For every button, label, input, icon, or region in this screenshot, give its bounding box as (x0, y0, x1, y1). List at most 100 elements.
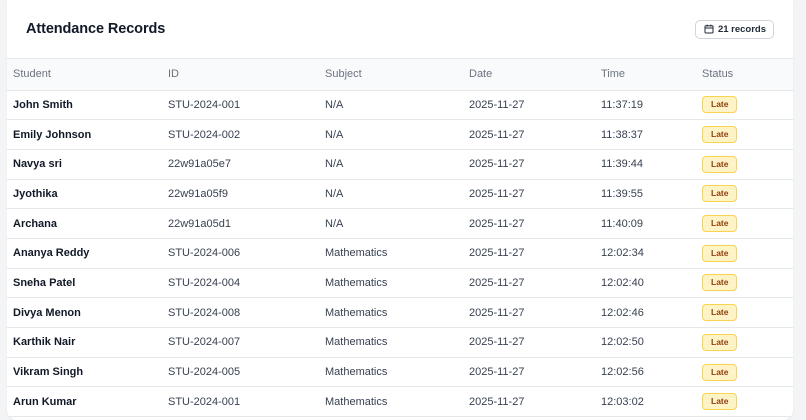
student-id: STU-2024-002 (168, 128, 241, 141)
student-id: STU-2024-005 (168, 366, 241, 379)
table-header-row: Student ID Subject Date Time Status (7, 59, 793, 91)
column-header-id[interactable]: ID (168, 59, 325, 91)
records-count-label: 21 records (717, 23, 766, 35)
status-badge: Late (702, 96, 738, 114)
student-name: Archana (13, 217, 58, 230)
column-header-subject[interactable]: Subject (325, 59, 469, 91)
status-badge: Late (702, 304, 738, 322)
time: 12:03:02 (601, 395, 644, 408)
status-cell: Late (702, 90, 793, 120)
status-badge: Late (702, 274, 738, 292)
student-id: STU-2024-001 (168, 395, 241, 408)
table-header: Student ID Subject Date Time Status (7, 59, 793, 91)
student-name: Emily Johnson (13, 128, 92, 141)
student-id: STU-2024-007 (168, 336, 241, 349)
status-cell: Late (702, 209, 793, 239)
calendar-icon (704, 24, 714, 34)
records-count-badge: 21 records (694, 19, 774, 39)
date: 2025-11-27 (469, 128, 525, 141)
student-name: Navya sri (13, 158, 62, 171)
table-row[interactable]: Ananya Reddy STU-2024-006 Mathematics 20… (7, 238, 793, 269)
date: 2025-11-27 (469, 247, 525, 260)
status-cell: Late (702, 268, 793, 298)
status-badge: Late (702, 393, 738, 411)
subject: Mathematics (325, 276, 388, 289)
student-id: STU-2024-004 (168, 276, 241, 289)
date: 2025-11-27 (469, 395, 525, 408)
date: 2025-11-27 (469, 306, 525, 319)
subject: Mathematics (325, 366, 388, 379)
column-header-date[interactable]: Date (469, 59, 601, 91)
table-row[interactable]: Karthik Nair STU-2024-007 Mathematics 20… (7, 328, 793, 358)
subject: N/A (325, 98, 344, 111)
status-badge: Late (702, 155, 738, 173)
student-id: 22w91a05f9 (168, 187, 228, 200)
status-cell: Late (702, 387, 793, 417)
status-badge: Late (702, 215, 738, 233)
table-row[interactable]: Navya sri 22w91a05e7 N/A 2025-11-27 11:3… (7, 149, 793, 180)
time: 11:37:19 (601, 98, 644, 111)
student-name: Divya Menon (13, 306, 81, 319)
date: 2025-11-27 (469, 276, 525, 289)
time: 11:39:55 (601, 187, 644, 200)
date: 2025-11-27 (469, 158, 525, 171)
subject: N/A (325, 158, 344, 171)
status-cell: Late (702, 149, 793, 179)
status-badge: Late (702, 126, 738, 144)
table-row[interactable]: Divya Menon STU-2024-008 Mathematics 202… (7, 298, 793, 328)
subject: N/A (325, 217, 344, 230)
table-row[interactable]: Emily Johnson STU-2024-002 N/A 2025-11-2… (7, 120, 793, 150)
time: 12:02:40 (601, 276, 644, 289)
column-header-student[interactable]: Student (7, 59, 168, 91)
column-header-status[interactable]: Status (702, 59, 793, 91)
status-cell: Late (702, 357, 793, 387)
attendance-card: Attendance Records 21 records Student ID… (7, 0, 793, 420)
student-id: 22w91a05e7 (168, 158, 232, 171)
date: 2025-11-27 (469, 187, 525, 200)
time: 12:02:34 (601, 247, 644, 260)
status-badge: Late (702, 185, 738, 203)
student-id: STU-2024-001 (168, 98, 241, 111)
status-cell: Late (702, 120, 793, 150)
student-id: 22w91a05d1 (168, 217, 232, 230)
subject: N/A (325, 187, 344, 200)
date: 2025-11-27 (469, 366, 525, 379)
table-row[interactable]: John Smith STU-2024-001 N/A 2025-11-27 1… (7, 90, 793, 120)
subject: Mathematics (325, 247, 388, 260)
table-row[interactable]: Sneha Patel STU-2024-004 Mathematics 202… (7, 268, 793, 298)
student-name: Jyothika (13, 187, 58, 200)
table-row[interactable]: Jyothika 22w91a05f9 N/A 2025-11-27 11:39… (7, 179, 793, 209)
time: 11:38:37 (601, 128, 644, 141)
status-badge: Late (702, 363, 738, 381)
status-badge: Late (702, 244, 738, 262)
status-cell: Late (702, 298, 793, 328)
time: 12:02:50 (601, 336, 644, 349)
subject: Mathematics (325, 336, 388, 349)
student-name: Sneha Patel (13, 276, 76, 289)
time: 12:02:56 (601, 366, 644, 379)
subject: Mathematics (325, 395, 388, 408)
date: 2025-11-27 (469, 336, 525, 349)
student-name: Vikram Singh (13, 366, 84, 379)
status-cell: Late (702, 179, 793, 209)
student-name: Ananya Reddy (13, 247, 90, 260)
date: 2025-11-27 (469, 217, 525, 230)
student-name: John Smith (13, 98, 73, 111)
time: 11:39:44 (601, 158, 644, 171)
time: 11:40:09 (601, 217, 644, 230)
card-header: Attendance Records 21 records (7, 0, 793, 59)
status-cell: Late (702, 328, 793, 358)
student-id: STU-2024-006 (168, 247, 241, 260)
table-row[interactable]: Arun Kumar STU-2024-001 Mathematics 2025… (7, 387, 793, 417)
page-title: Attendance Records (26, 21, 166, 37)
table-row[interactable]: Vikram Singh STU-2024-005 Mathematics 20… (7, 357, 793, 387)
student-name: Arun Kumar (13, 395, 77, 408)
attendance-table: Student ID Subject Date Time Status John… (7, 59, 793, 417)
table-body: John Smith STU-2024-001 N/A 2025-11-27 1… (7, 90, 793, 417)
subject: Mathematics (325, 306, 388, 319)
table-row[interactable]: Archana 22w91a05d1 N/A 2025-11-27 11:40:… (7, 209, 793, 239)
student-id: STU-2024-008 (168, 306, 241, 319)
column-header-time[interactable]: Time (601, 59, 702, 91)
status-badge: Late (702, 333, 738, 351)
date: 2025-11-27 (469, 98, 525, 111)
